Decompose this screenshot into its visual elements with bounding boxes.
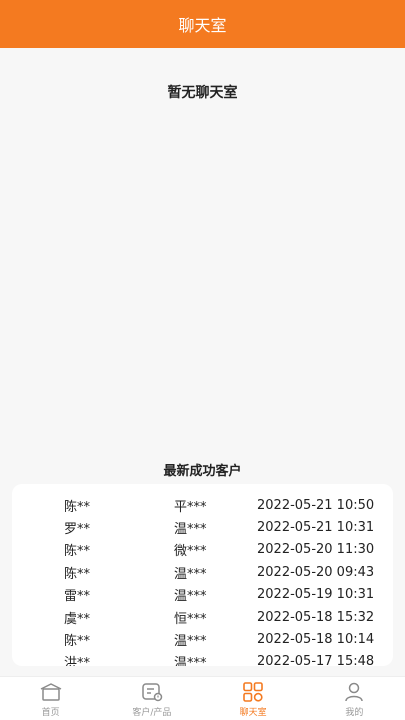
success-time: 2022-05-17 15:48	[257, 654, 375, 666]
customer-name: 陈**	[64, 499, 91, 515]
tab-label: 客户/产品	[132, 708, 172, 718]
home-icon	[40, 683, 61, 701]
product-name: 温***	[174, 566, 207, 582]
tab-customer-product[interactable]: 客户/产品	[101, 677, 202, 720]
page-title: 聊天室	[178, 16, 227, 35]
list-item: 罗** 温*** 2022-05-21 10:31	[12, 516, 393, 538]
tab-label: 首页	[41, 708, 60, 718]
tab-chatroom[interactable]: 聊天室	[203, 677, 304, 720]
product-name: 温***	[174, 656, 207, 666]
success-time: 2022-05-21 10:31	[257, 520, 375, 536]
tab-label: 聊天室	[239, 708, 267, 718]
list-item: 陈** 平*** 2022-05-21 10:50	[12, 494, 393, 516]
product-name: 温***	[174, 589, 207, 605]
product-name: 恒***	[174, 611, 207, 627]
customer-name: 陈**	[64, 544, 91, 560]
recent-customers-list: 陈** 平*** 2022-05-21 10:50 罗** 温*** 2022-…	[12, 494, 393, 666]
success-time: 2022-05-18 15:32	[257, 609, 375, 625]
customer-product-icon	[142, 683, 163, 702]
list-item: 陈** 温*** 2022-05-18 10:14	[12, 628, 393, 650]
customer-name: 陈**	[64, 566, 91, 582]
customer-name: 雷**	[64, 589, 91, 605]
customer-name: 虞**	[64, 611, 91, 627]
success-time: 2022-05-20 09:43	[257, 564, 375, 580]
customer-name: 陈**	[64, 634, 91, 650]
list-item: 洪** 温*** 2022-05-17 15:48	[12, 651, 393, 666]
customer-name: 洪**	[64, 656, 91, 666]
bottom-tab-bar: 首页 客户/产品 聊天室 我的	[0, 676, 405, 720]
tab-home[interactable]: 首页	[0, 677, 101, 720]
product-name: 温***	[174, 634, 207, 650]
product-name: 平***	[174, 499, 207, 515]
customer-name: 罗**	[64, 522, 91, 538]
success-time: 2022-05-20 11:30	[257, 542, 375, 558]
list-item: 陈** 温*** 2022-05-20 09:43	[12, 561, 393, 583]
chatroom-grid-icon	[243, 682, 263, 702]
list-item: 虞** 恒*** 2022-05-18 15:32	[12, 606, 393, 628]
header-bar: 聊天室	[0, 0, 405, 48]
profile-icon	[345, 682, 364, 702]
tab-profile[interactable]: 我的	[304, 677, 405, 720]
success-time: 2022-05-19 10:31	[257, 587, 375, 603]
list-item: 雷** 温*** 2022-05-19 10:31	[12, 584, 393, 606]
empty-chatroom-message: 暂无聊天室	[167, 85, 238, 101]
success-time: 2022-05-18 10:14	[257, 632, 375, 648]
recent-customers-title: 最新成功客户	[163, 464, 242, 479]
list-item: 陈** 微*** 2022-05-20 11:30	[12, 539, 393, 561]
recent-customers-card: 陈** 平*** 2022-05-21 10:50 罗** 温*** 2022-…	[12, 484, 393, 666]
product-name: 温***	[174, 522, 207, 538]
product-name: 微***	[174, 544, 207, 560]
tab-label: 我的	[345, 708, 364, 718]
success-time: 2022-05-21 10:50	[257, 497, 375, 513]
